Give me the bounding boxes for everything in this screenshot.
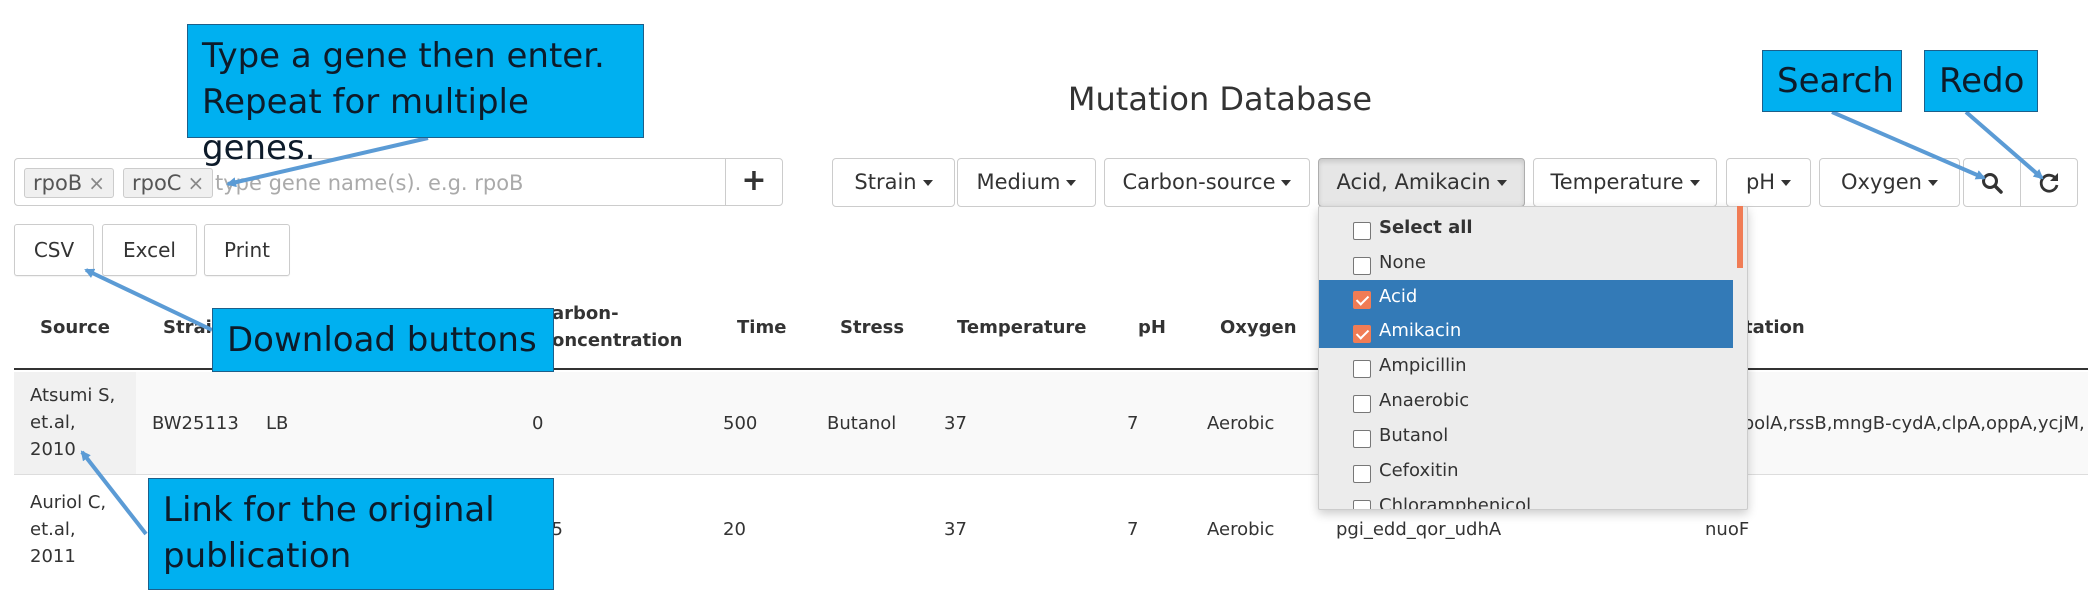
search-callout: Search — [1762, 50, 1902, 112]
callout-line: Link for the original — [163, 490, 495, 530]
callout-line: Type a gene then enter. — [202, 36, 605, 76]
callout-line: Repeat for multiple genes. — [202, 82, 529, 168]
download-callout: Download buttons — [212, 308, 554, 372]
publication-link-callout: Link for the original publication — [148, 478, 554, 590]
gene-input-callout: Type a gene then enter. Repeat for multi… — [187, 24, 644, 168]
callout-line: publication — [163, 536, 352, 576]
redo-callout: Redo — [1924, 50, 2038, 112]
